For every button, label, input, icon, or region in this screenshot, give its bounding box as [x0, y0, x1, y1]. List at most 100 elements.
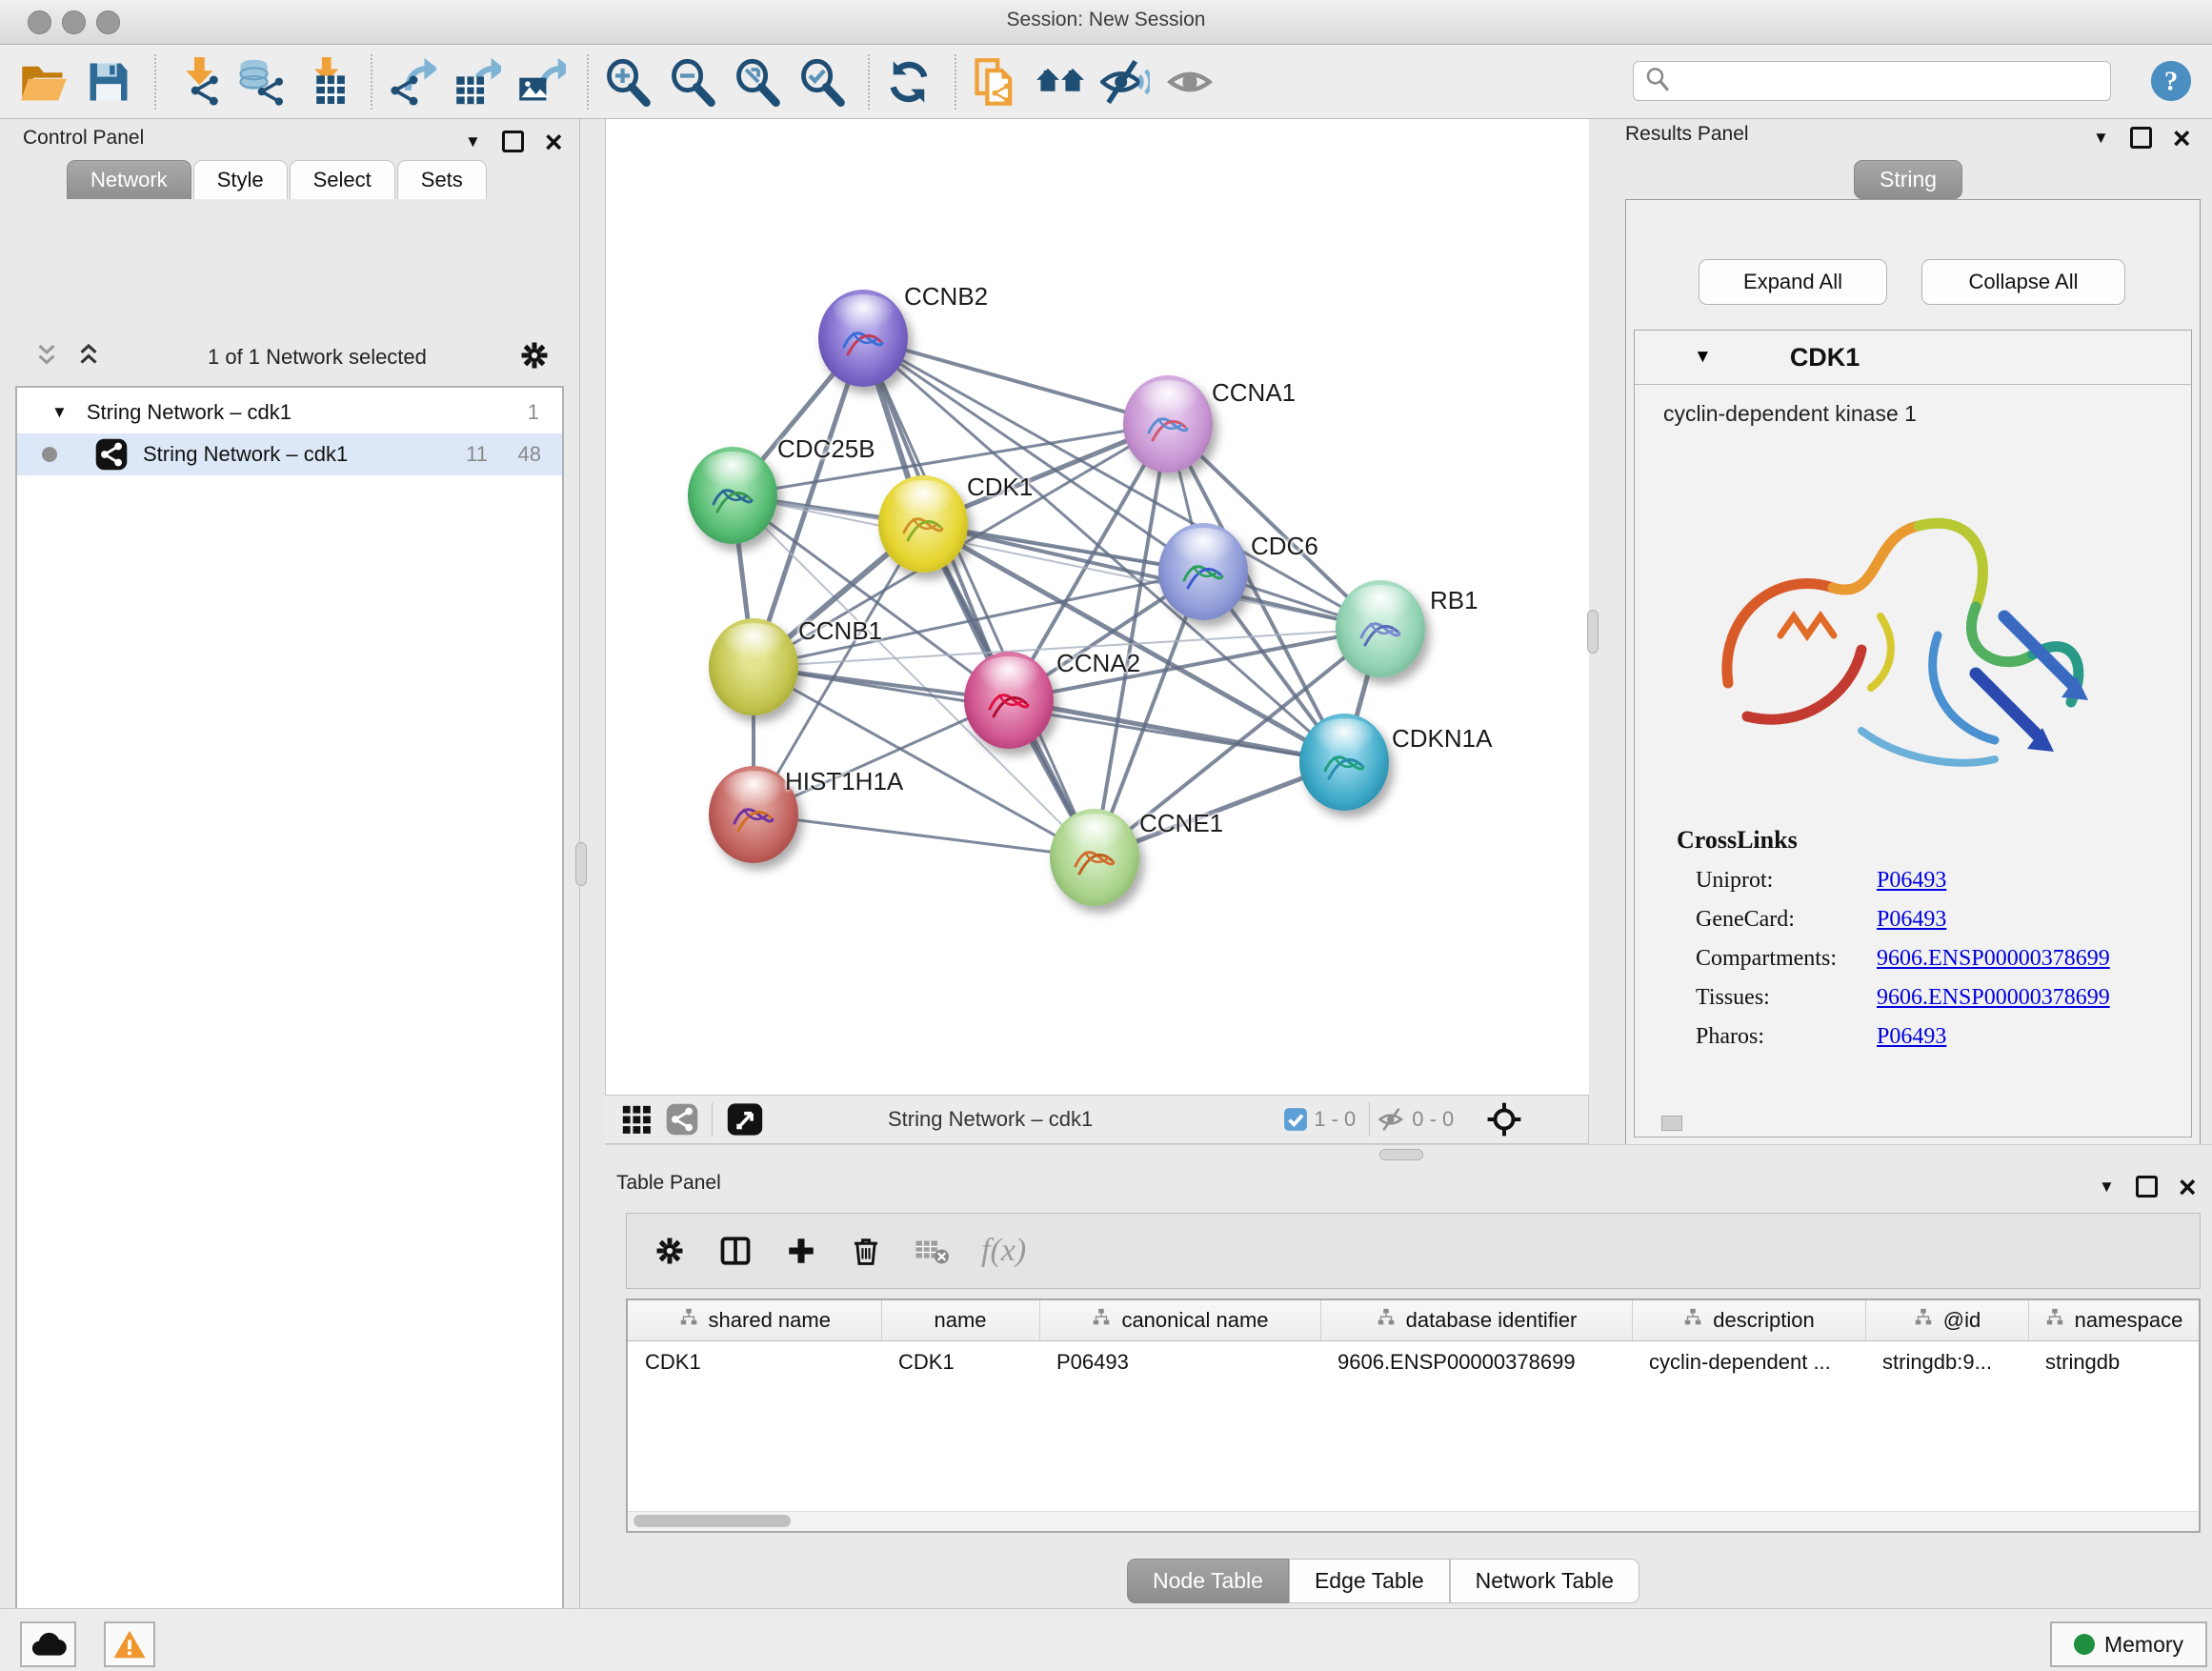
network-row-selected[interactable]: String Network – cdk1 11 48 [17, 433, 562, 475]
network-options-gear-icon[interactable] [518, 339, 551, 376]
network-node-RB1[interactable] [1336, 580, 1425, 677]
right-splitter-handle[interactable] [1587, 610, 1599, 654]
apply-layout-icon[interactable] [884, 57, 934, 107]
copy-style-icon[interactable] [971, 57, 1020, 107]
protein-thumbnail [725, 789, 782, 842]
card-scrollbar[interactable] [1661, 1116, 1682, 1131]
tab-style[interactable]: Style [193, 160, 288, 199]
network-column-icon [678, 1307, 699, 1334]
protein-card-header[interactable]: ▼ CDK1 [1635, 331, 2191, 385]
open-session-icon[interactable] [19, 57, 69, 107]
table-close-icon[interactable]: × [2179, 1178, 2197, 1197]
network-node-CCNA2[interactable] [964, 652, 1054, 749]
table-menu-icon[interactable]: ▼ [2099, 1178, 2115, 1197]
control-panel-title: Control Panel [23, 127, 144, 149]
collapse-all-button[interactable]: Collapse All [1921, 259, 2125, 305]
crosslink-value[interactable]: P06493 [1877, 1024, 1946, 1050]
crosslink-row: GeneCard:P06493 [1696, 907, 2191, 933]
function-builder-icon: f(x) [981, 1233, 1026, 1269]
show-columns-icon[interactable] [718, 1234, 753, 1268]
grid-view-icon[interactable] [620, 1103, 653, 1136]
network-node-CDKN1A[interactable] [1299, 714, 1389, 811]
crosslink-label: Uniprot: [1696, 868, 1877, 894]
network-node-CCNB1[interactable] [709, 618, 798, 715]
table-row[interactable]: CDK1CDK1P064939606.ENSP00000378699cyclin… [628, 1341, 2199, 1384]
zoom-fit-icon[interactable] [733, 57, 782, 107]
crosslink-value[interactable]: 9606.ENSP00000378699 [1877, 946, 2110, 972]
search-input[interactable] [1633, 61, 2111, 101]
column-header[interactable]: name [881, 1300, 1039, 1341]
expand-all-button[interactable]: Expand All [1699, 259, 1887, 305]
save-session-icon[interactable] [84, 57, 133, 107]
zoom-out-icon[interactable] [668, 57, 717, 107]
network-node-CDC6[interactable] [1158, 523, 1248, 620]
network-column-icon [2044, 1307, 2065, 1334]
tab-string[interactable]: String [1854, 160, 1962, 199]
left-splitter-handle[interactable] [575, 842, 587, 886]
selected-checkbox-icon[interactable] [1283, 1107, 1308, 1132]
crosslink-value[interactable]: P06493 [1877, 907, 1946, 933]
network-selection-status: 1 of 1 Network selected [208, 345, 427, 370]
table-options-gear-icon[interactable] [654, 1235, 686, 1267]
birds-eye-view-icon[interactable] [726, 1101, 764, 1137]
table-float-icon[interactable] [2136, 1176, 2158, 1198]
export-network-icon[interactable] [387, 57, 436, 107]
column-header[interactable]: database identifier [1320, 1300, 1632, 1341]
import-network-icon[interactable] [171, 57, 220, 107]
zoom-selected-icon[interactable] [797, 57, 847, 107]
share-view-icon[interactable] [666, 1103, 698, 1136]
column-header[interactable]: canonical name [1039, 1300, 1320, 1341]
string-home-icon[interactable] [1036, 57, 1085, 107]
results-menu-icon[interactable]: ▼ [2093, 129, 2109, 148]
export-table-icon[interactable] [452, 57, 501, 107]
column-header[interactable]: shared name [628, 1300, 881, 1341]
delete-column-icon[interactable] [850, 1234, 882, 1268]
memory-button[interactable]: Memory [2050, 1621, 2207, 1667]
column-header[interactable]: namespace [2028, 1300, 2199, 1341]
cloud-button[interactable] [20, 1621, 76, 1667]
tab-sets[interactable]: Sets [397, 160, 487, 199]
network-canvas[interactable]: CCNB2 CCNA1 CDC25B CDK1 CDC6 RB1CCNB1 [605, 119, 1589, 1095]
show-hide-graphics-icon[interactable] [1165, 57, 1215, 107]
help-button[interactable]: ? [2149, 59, 2193, 103]
protein-collapse-icon[interactable]: ▼ [1694, 347, 1712, 368]
crosslink-row: Pharos:P06493 [1696, 1024, 2191, 1050]
network-node-CDK1[interactable] [878, 475, 968, 573]
table-toolbar: f(x) [626, 1213, 2201, 1289]
network-node-CDC25B[interactable] [688, 447, 777, 544]
column-header[interactable]: @id [1865, 1300, 2028, 1341]
results-float-icon[interactable] [2130, 127, 2152, 149]
panel-menu-icon[interactable]: ▼ [465, 132, 481, 151]
collapse-all-tree-icon[interactable] [32, 341, 61, 374]
expand-all-tree-icon[interactable] [74, 341, 103, 374]
tab-network-table[interactable]: Network Table [1450, 1559, 1639, 1603]
network-collection-row[interactable]: ▼ String Network – cdk1 1 [17, 392, 562, 433]
import-table-icon[interactable] [300, 57, 350, 107]
tab-network[interactable]: Network [67, 160, 191, 199]
warning-button[interactable] [104, 1621, 155, 1667]
collection-expand-icon[interactable]: ▼ [51, 403, 68, 422]
float-panel-icon[interactable] [502, 131, 524, 152]
network-node-CCNA1[interactable] [1123, 375, 1213, 473]
results-close-icon[interactable]: × [2173, 129, 2191, 148]
zoom-in-icon[interactable] [603, 57, 653, 107]
close-panel-icon[interactable]: × [545, 132, 563, 151]
column-header[interactable]: description [1632, 1300, 1865, 1341]
protein-thumbnail [1175, 546, 1232, 599]
add-column-icon[interactable] [785, 1235, 817, 1267]
control-panel-tabs: NetworkStyleSelectSets [67, 160, 489, 199]
crosslink-value[interactable]: 9606.ENSP00000378699 [1877, 985, 2110, 1011]
crosslink-value[interactable]: P06493 [1877, 868, 1946, 894]
tab-edge-table[interactable]: Edge Table [1289, 1559, 1450, 1603]
hide-unhide-icon[interactable] [1100, 57, 1150, 107]
table-hscrollbar[interactable] [628, 1511, 2199, 1531]
crosshair-icon[interactable] [1486, 1101, 1522, 1137]
horizontal-splitter-handle[interactable] [1379, 1149, 1423, 1160]
network-node-CCNE1[interactable] [1050, 809, 1139, 906]
import-network-database-icon[interactable] [235, 57, 285, 107]
export-image-icon[interactable] [516, 57, 566, 107]
protein-card: ▼ CDK1 cyclin-dependent kinase 1 [1634, 330, 2192, 1137]
tab-node-table[interactable]: Node Table [1127, 1559, 1289, 1603]
network-node-CCNB2[interactable] [818, 290, 908, 387]
tab-select[interactable]: Select [290, 160, 395, 199]
